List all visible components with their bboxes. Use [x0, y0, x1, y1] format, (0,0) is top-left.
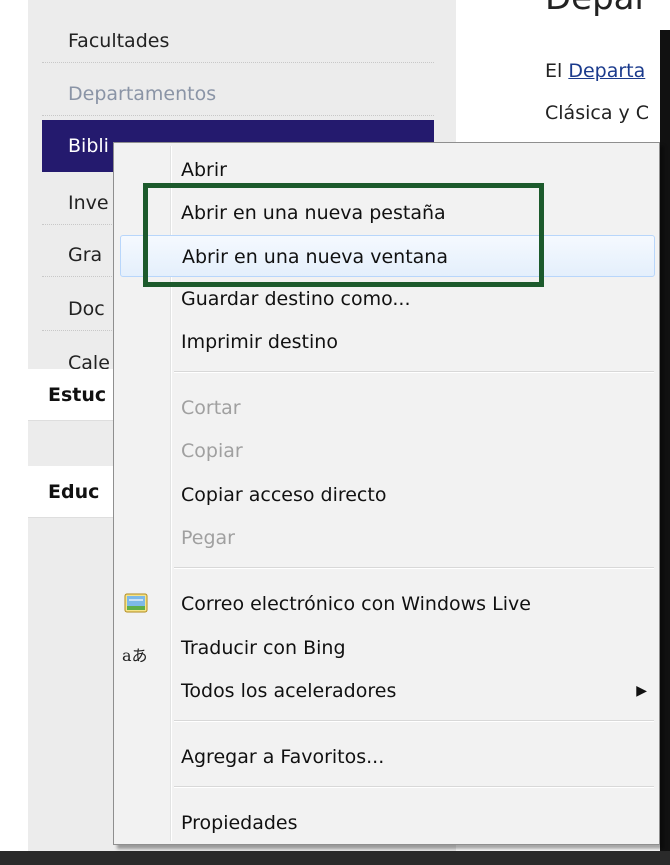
- highlight-annotation-box: [143, 183, 544, 287]
- page-heading: Depar: [545, 0, 649, 18]
- window-edge-bottom: [0, 851, 670, 865]
- content-paragraph-line1: El Departa: [545, 60, 645, 82]
- menu-item-label: Traducir con Bing: [181, 637, 346, 659]
- menu-separator: [174, 786, 654, 788]
- menu-item-add-favorites[interactable]: Agregar a Favoritos...: [114, 736, 659, 778]
- menu-item-copy: Copiar: [181, 440, 243, 462]
- submenu-arrow-icon: ▶: [636, 683, 647, 699]
- menu-separator: [174, 720, 654, 722]
- content-text: El: [545, 60, 569, 82]
- menu-item-label: Correo electrónico con Windows Live: [181, 593, 531, 615]
- menu-separator: [174, 371, 654, 373]
- sidebar-item-facultades[interactable]: Facultades: [42, 20, 434, 63]
- mail-icon: [124, 593, 148, 613]
- menu-item-email-windows-live[interactable]: Correo electrónico con Windows Live: [114, 583, 659, 625]
- content-paragraph-line2: Clásica y C: [545, 102, 650, 124]
- menu-item-properties[interactable]: Propiedades: [114, 802, 659, 844]
- menu-item-translate-bing[interactable]: aあ Traducir con Bing: [114, 627, 659, 669]
- menu-item-copy-shortcut[interactable]: Copiar acceso directo: [114, 474, 659, 516]
- menu-item-label: Todos los aceleradores: [181, 680, 397, 702]
- sidebar-item-departamentos[interactable]: Departamentos: [42, 73, 434, 116]
- menu-item-all-accelerators[interactable]: Todos los aceleradores ▶: [114, 670, 659, 712]
- menu-item-paste: Pegar: [181, 527, 235, 549]
- menu-item-cut: Cortar: [181, 397, 241, 419]
- department-link[interactable]: Departa: [568, 60, 645, 82]
- window-edge-right: [660, 30, 670, 865]
- menu-item-print-target[interactable]: Imprimir destino: [114, 321, 659, 363]
- menu-separator: [174, 567, 654, 569]
